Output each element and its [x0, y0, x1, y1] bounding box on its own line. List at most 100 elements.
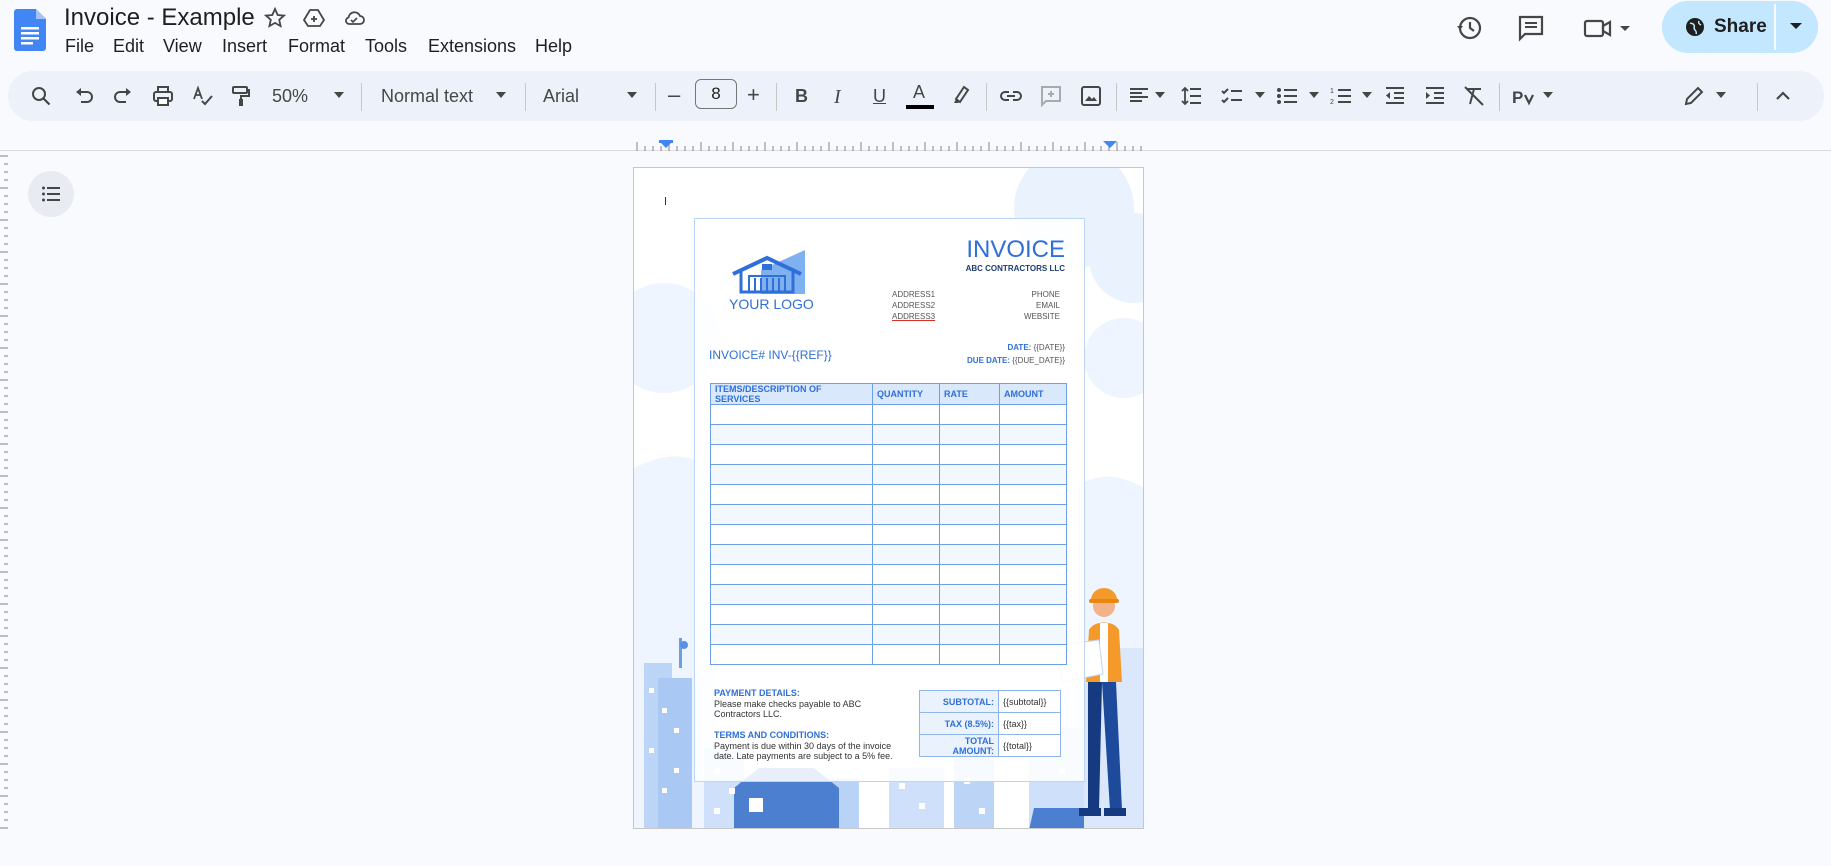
document-title[interactable]: Invoice - Example	[64, 4, 255, 32]
table-cell[interactable]	[710, 524, 873, 545]
table-cell[interactable]	[999, 484, 1067, 505]
redo-icon[interactable]	[111, 84, 135, 108]
insert-link-icon[interactable]	[999, 84, 1023, 108]
move-to-drive-icon[interactable]	[302, 6, 326, 30]
table-cell[interactable]	[939, 584, 1000, 605]
comments-icon[interactable]	[1517, 14, 1545, 42]
style-dropdown-icon[interactable]	[495, 91, 507, 99]
table-cell[interactable]	[939, 624, 1000, 645]
checklist-dropdown-icon[interactable]	[1255, 92, 1265, 99]
table-cell[interactable]	[939, 424, 1000, 445]
menu-insert[interactable]: Insert	[222, 36, 267, 57]
table-cell[interactable]	[999, 644, 1067, 665]
undo-icon[interactable]	[72, 84, 96, 108]
table-cell[interactable]	[710, 584, 873, 605]
subtotal-value[interactable]: {{subtotal}}	[998, 690, 1061, 713]
table-cell[interactable]	[872, 564, 940, 585]
checklist-icon[interactable]	[1220, 84, 1244, 108]
numbered-list-dropdown-icon[interactable]	[1362, 92, 1372, 99]
table-cell[interactable]	[999, 544, 1067, 565]
print-icon[interactable]	[151, 84, 175, 108]
table-cell[interactable]	[710, 544, 873, 565]
table-cell[interactable]	[872, 584, 940, 605]
table-cell[interactable]	[939, 444, 1000, 465]
items-table-body[interactable]	[710, 404, 1067, 665]
spell-check-icon[interactable]	[191, 84, 215, 108]
total-value[interactable]: {{total}}	[998, 734, 1061, 757]
table-row[interactable]	[710, 564, 1067, 585]
table-row[interactable]	[710, 484, 1067, 505]
table-cell[interactable]	[872, 424, 940, 445]
decrease-indent-icon[interactable]	[1383, 84, 1407, 108]
table-cell[interactable]	[872, 544, 940, 565]
menu-help[interactable]: Help	[535, 36, 572, 57]
font-dropdown-icon[interactable]	[626, 91, 638, 99]
font-size-input[interactable]: 8	[695, 79, 737, 109]
vertical-ruler[interactable]	[0, 152, 8, 832]
table-cell[interactable]	[872, 464, 940, 485]
table-cell[interactable]	[710, 484, 873, 505]
table-cell[interactable]	[872, 404, 940, 425]
table-row[interactable]	[710, 604, 1067, 625]
tax-value[interactable]: {{tax}}	[998, 712, 1061, 735]
italic-button[interactable]: I	[834, 86, 841, 109]
table-cell[interactable]	[872, 524, 940, 545]
search-menus-icon[interactable]	[29, 84, 53, 108]
collapse-menus-icon[interactable]	[1771, 84, 1795, 108]
bulleted-list-dropdown-icon[interactable]	[1309, 92, 1319, 99]
suggestions-dropdown-icon[interactable]	[1543, 92, 1553, 99]
table-cell[interactable]	[710, 644, 873, 665]
table-row[interactable]	[710, 464, 1067, 485]
table-cell[interactable]	[999, 464, 1067, 485]
table-row[interactable]	[710, 424, 1067, 445]
menu-view[interactable]: View	[163, 36, 202, 57]
paragraph-style-select[interactable]: Normal text	[381, 86, 473, 107]
text-color-button[interactable]: A	[913, 82, 925, 103]
version-history-icon[interactable]	[1455, 14, 1483, 42]
add-comment-icon[interactable]	[1039, 84, 1063, 108]
font-select[interactable]: Arial	[543, 86, 579, 107]
table-cell[interactable]	[939, 604, 1000, 625]
table-cell[interactable]	[872, 504, 940, 525]
table-cell[interactable]	[710, 404, 873, 425]
insert-image-icon[interactable]	[1079, 84, 1103, 108]
menu-tools[interactable]: Tools	[365, 36, 407, 57]
table-cell[interactable]	[999, 624, 1067, 645]
bold-button[interactable]: B	[795, 86, 808, 107]
numbered-list-icon[interactable]: 12	[1329, 84, 1353, 108]
decrease-font-size-button[interactable]: –	[668, 82, 680, 108]
table-cell[interactable]	[939, 504, 1000, 525]
paint-format-icon[interactable]	[229, 84, 253, 108]
table-cell[interactable]	[872, 604, 940, 625]
table-cell[interactable]	[999, 404, 1067, 425]
star-icon[interactable]	[263, 6, 287, 30]
table-row[interactable]	[710, 644, 1067, 665]
table-row[interactable]	[710, 584, 1067, 605]
table-cell[interactable]	[710, 464, 873, 485]
underline-button[interactable]: U	[873, 86, 886, 107]
bulleted-list-icon[interactable]	[1275, 84, 1299, 108]
meet-video-icon[interactable]	[1583, 14, 1631, 42]
cloud-saved-icon[interactable]	[342, 6, 366, 30]
clear-formatting-icon[interactable]	[1462, 84, 1486, 108]
menu-edit[interactable]: Edit	[113, 36, 144, 57]
table-cell[interactable]	[872, 624, 940, 645]
table-cell[interactable]	[710, 604, 873, 625]
table-cell[interactable]	[939, 544, 1000, 565]
table-cell[interactable]	[999, 444, 1067, 465]
table-row[interactable]	[710, 504, 1067, 525]
table-cell[interactable]	[999, 584, 1067, 605]
table-cell[interactable]	[939, 484, 1000, 505]
table-cell[interactable]	[999, 524, 1067, 545]
table-row[interactable]	[710, 624, 1067, 645]
table-cell[interactable]	[872, 644, 940, 665]
items-table[interactable]: ITEMS/DESCRIPTION OF SERVICES QUANTITY R…	[710, 383, 1067, 665]
table-row[interactable]	[710, 404, 1067, 425]
table-cell[interactable]	[710, 444, 873, 465]
suggestions-icon[interactable]: P	[1511, 84, 1541, 108]
table-cell[interactable]	[999, 424, 1067, 445]
align-dropdown-icon[interactable]	[1155, 92, 1165, 99]
align-left-icon[interactable]	[1127, 84, 1151, 108]
table-row[interactable]	[710, 444, 1067, 465]
editing-mode-dropdown-icon[interactable]	[1716, 92, 1726, 99]
